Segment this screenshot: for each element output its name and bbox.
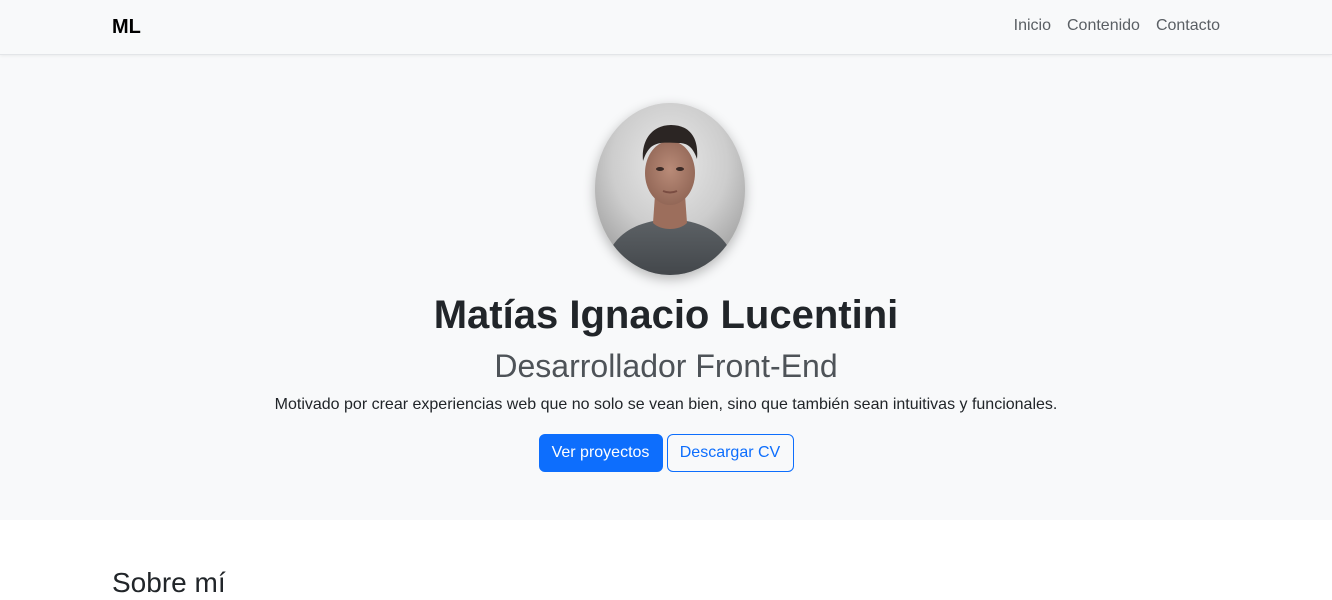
- nav-link-inicio[interactable]: Inicio: [1014, 16, 1051, 36]
- brand-logo[interactable]: ML: [112, 15, 141, 39]
- about-section-title: Sobre mí: [112, 567, 226, 598]
- view-projects-button[interactable]: Ver proyectos: [538, 434, 663, 472]
- hero-tagline: Motivado por crear experiencias web que …: [274, 396, 1058, 413]
- nav-links: Inicio Contenido Contacto: [1014, 16, 1220, 36]
- hero-buttons: Ver proyectos Descargar CV: [0, 434, 1332, 472]
- hero-name: Matías Ignacio Lucentini: [433, 293, 899, 337]
- download-cv-button[interactable]: Descargar CV: [666, 434, 794, 472]
- nav-link-contacto[interactable]: Contacto: [1156, 16, 1220, 36]
- avatar: [595, 103, 745, 275]
- navbar: ML Inicio Contenido Contacto: [0, 0, 1332, 55]
- hero-section: Matías Ignacio Lucentini Desarrollador F…: [0, 55, 1332, 520]
- hero-role: Desarrollador Front-End: [494, 348, 838, 384]
- nav-link-contenido[interactable]: Contenido: [1067, 16, 1140, 36]
- profile-photo-icon: [595, 103, 745, 275]
